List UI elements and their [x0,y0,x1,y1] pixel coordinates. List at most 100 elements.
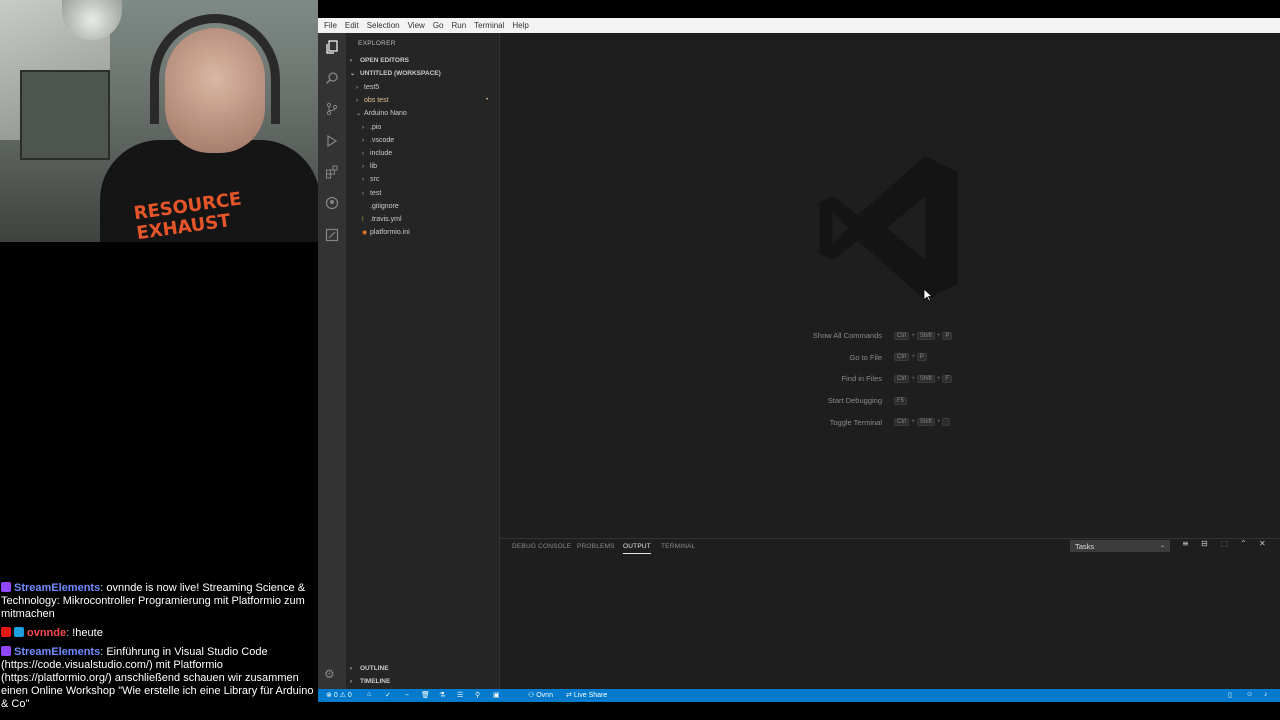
live-share-button[interactable]: ⇄ Live Share [566,691,607,699]
manage-gear-icon[interactable]: ⚙ [324,667,335,681]
workspace-label: UNTITLED (WORKSPACE) [360,70,441,77]
timeline-section[interactable]: › TIMELINE [350,678,390,685]
chat-overlay: StreamElements: ovnnde is now live! Stre… [0,582,318,717]
sidebar-title: EXPLORER [358,40,396,47]
chevron-right-icon: › [362,177,364,183]
open-editors-label: OPEN EDITORS [360,57,410,64]
clean-trash-icon[interactable]: 🗑 [421,691,430,699]
shortcut-row: Start Debugging F5 [750,390,1050,412]
workspace-section[interactable]: ⌄ UNTITLED (WORKSPACE) [350,70,441,77]
chevron-right-icon: › [350,679,352,685]
feedback-icon[interactable]: ☺ [1246,691,1253,698]
run-debug-icon[interactable] [325,134,339,148]
account-status[interactable]: ⚇ Ovnn [528,691,553,699]
output-channel-select[interactable]: Tasks ⌄ [1070,540,1170,552]
explorer-icon[interactable] [325,40,339,54]
extensions-icon[interactable] [325,165,339,179]
build-check-icon[interactable]: ✓ [385,691,391,699]
tab-output[interactable]: OUTPUT [623,543,651,554]
chat-username: ovnnde [27,627,67,639]
menu-help[interactable]: Help [508,21,532,30]
menu-selection[interactable]: Selection [363,21,404,30]
tree-folder-pio[interactable]: › .pio [362,124,381,131]
chat-message: StreamElements: ovnnde is now live! Stre… [1,582,306,620]
notifications-icon[interactable]: ♪ [1264,691,1268,698]
close-panel-icon[interactable]: ✕ [1259,539,1266,548]
lock-scroll-icon[interactable]: ⊟ [1201,539,1208,548]
tree-file-platformio[interactable]: ◉ platformio.ini [362,229,410,236]
problems-status[interactable]: ⊗ 0 ⚠ 0 [326,691,352,699]
chevron-right-icon: › [362,125,364,131]
shortcut-row: Toggle Terminal Ctrl + Shift + ` [750,411,1050,433]
terminal-icon[interactable]: ▣ [493,691,500,699]
test-flask-icon[interactable]: ⚗ [439,691,445,699]
output-channel-value: Tasks [1075,542,1095,551]
outline-section[interactable]: › OUTLINE [350,665,389,672]
upload-arrow-icon[interactable]: → [403,691,410,698]
tree-folder-test5[interactable]: › test5 [356,84,379,91]
tab-terminal[interactable]: TERMINAL [661,543,695,550]
shortcut-keys: Ctrl + Shift + P [892,331,954,340]
bottom-panel: DEBUG CONSOLE PROBLEMS OUTPUT TERMINAL T… [500,538,1280,689]
tree-folder-vscode[interactable]: › .vscode [362,137,394,144]
home-icon[interactable]: ⌂ [367,691,371,698]
stream-column: RESOURCE EXHAUST StreamElements: ovnnde … [0,0,318,720]
tab-problems[interactable]: PROBLEMS [577,543,615,550]
chevron-right-icon: › [356,85,358,91]
chevron-down-icon: ⌄ [1159,543,1165,549]
chevron-right-icon: › [362,164,364,170]
source-control-icon[interactable] [325,102,339,116]
clear-output-icon[interactable]: ≡ [1182,539,1189,548]
shortcut-keys: F5 [892,396,909,405]
shortcut-label: Show All Commands [812,331,882,341]
tree-file-gitignore[interactable]: · .gitignore [362,203,399,210]
chevron-right-icon: › [362,191,364,197]
chat-username: StreamElements [14,646,101,658]
maximize-panel-icon[interactable]: ⌃ [1240,539,1247,548]
shortcut-label: Start Debugging [827,396,882,406]
tree-folder-test[interactable]: › test [362,190,381,197]
chevron-right-icon: › [356,98,358,104]
menu-view[interactable]: View [404,21,429,30]
menu-run[interactable]: Run [447,21,470,30]
editor-area[interactable]: Show All Commands Ctrl + Shift + P Go to Fil… [500,33,1280,538]
subscriber-badge-icon [14,627,24,637]
vscode-window: File Edit Selection View Go Run Terminal… [318,18,1280,702]
shortcut-row: Show All Commands Ctrl + Shift + P [750,325,1050,347]
chevron-right-icon: › [350,58,352,64]
tree-folder-arduino-nano[interactable]: ⌄ Arduino Nano [356,110,407,117]
tree-folder-include[interactable]: › include [362,150,392,157]
shortcut-label: Go to File [849,352,882,362]
menu-file[interactable]: File [320,21,341,30]
menu-terminal[interactable]: Terminal [470,21,508,30]
mouse-cursor-icon [923,288,933,302]
menu-go[interactable]: Go [429,21,448,30]
shortcut-keys: Ctrl + Shift + ` [892,418,952,427]
plug-icon[interactable]: ⚲ [475,691,480,699]
menu-edit[interactable]: Edit [341,21,363,30]
shortcut-hints: Show All Commands Ctrl + Shift + P Go to Fil… [750,325,1050,433]
shortcut-row: Go to File Ctrl + P [750,347,1050,369]
serial-monitor-icon[interactable]: ☰ [457,691,463,699]
shortcut-keys: Ctrl + Shift + F [892,374,954,383]
platformio-icon[interactable] [325,196,339,210]
tree-folder-src[interactable]: › src [362,176,379,183]
open-editors-section[interactable]: › OPEN EDITORS [350,57,409,64]
tree-folder-obs-test[interactable]: › obs test [356,97,389,104]
tree-folder-lib[interactable]: › lib [362,163,377,170]
tab-debug-console[interactable]: DEBUG CONSOLE [512,543,571,550]
bell-icon[interactable]: ▯ [1228,691,1232,699]
remote-explorer-icon[interactable] [325,228,339,242]
shortcut-keys: Ctrl + P [892,353,929,362]
chevron-right-icon: › [362,151,364,157]
broadcaster-badge-icon [1,627,11,637]
search-icon[interactable] [325,71,339,85]
explorer-sidebar: EXPLORER › OPEN EDITORS ⌄ UNTITLED (WORKSP… [346,33,500,689]
bot-badge-icon [1,582,11,592]
open-editor-icon[interactable]: □ [1221,539,1229,548]
file-icon: · [362,204,364,210]
tree-file-travis[interactable]: ! .travis.yml [362,216,402,223]
vscode-watermark-logo [819,156,958,300]
webcam-feed: RESOURCE EXHAUST [0,0,318,242]
shortcut-row: Find in Files Ctrl + Shift + F [750,368,1050,390]
